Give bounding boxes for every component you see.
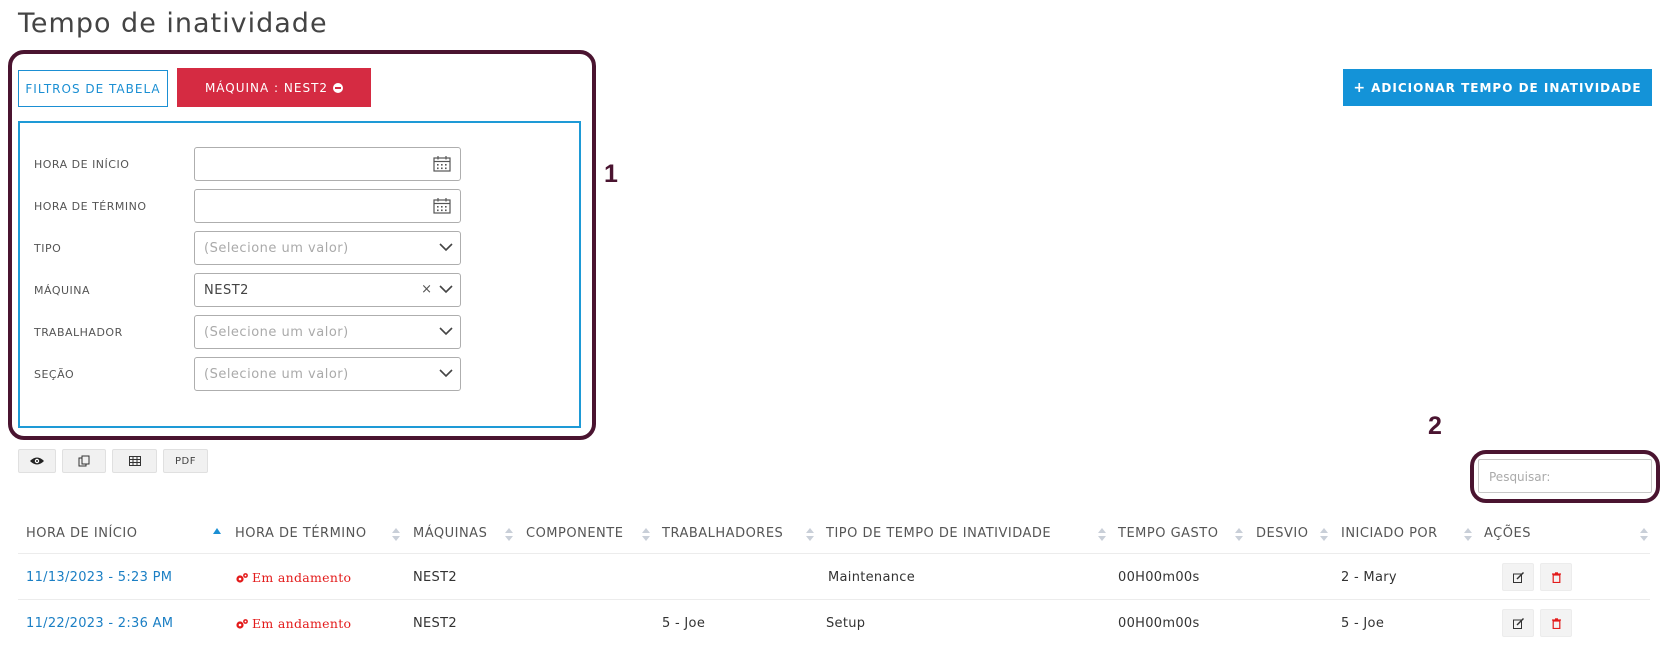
sort-icon[interactable] xyxy=(806,528,814,542)
col-header-end[interactable]: HORA DE TÉRMINO xyxy=(235,526,367,541)
row-started-by: 5 - Joe xyxy=(1341,616,1385,631)
copy-icon xyxy=(78,455,90,467)
annotation-label-2: 2 xyxy=(1428,412,1442,440)
type-select[interactable]: (Selecione um valor) xyxy=(194,231,461,265)
delete-button[interactable] xyxy=(1540,609,1572,637)
row-status: Em andamento xyxy=(235,570,351,585)
filter-row-start-time: HORA DE INÍCIO xyxy=(20,147,579,181)
calendar-icon[interactable] xyxy=(433,197,451,214)
sort-icon[interactable] xyxy=(505,528,513,542)
filter-row-section: SEÇÃO (Selecione um valor) xyxy=(20,357,579,391)
worker-select[interactable]: (Selecione um valor) xyxy=(194,315,461,349)
chevron-down-icon[interactable] xyxy=(439,285,453,294)
worker-label: TRABALHADOR xyxy=(34,326,123,339)
plus-icon: + xyxy=(1353,79,1367,96)
filter-row-machine: MÁQUINA NEST2 × xyxy=(20,273,579,307)
row-downtime-type: Setup xyxy=(826,616,866,631)
clear-icon[interactable]: × xyxy=(421,282,432,297)
machine-select[interactable]: NEST2 × xyxy=(194,273,461,307)
add-downtime-button[interactable]: + ADICIONAR TEMPO DE INATIVIDADE xyxy=(1343,69,1652,106)
trash-icon xyxy=(1551,617,1561,629)
section-label: SEÇÃO xyxy=(34,368,75,381)
sort-icon[interactable] xyxy=(642,528,650,542)
row-start-link[interactable]: 11/13/2023 - 5:23 PM xyxy=(26,570,172,585)
gears-icon xyxy=(236,618,248,629)
minus-circle-icon[interactable] xyxy=(333,82,344,93)
col-header-component[interactable]: COMPONENTE xyxy=(526,526,623,541)
chevron-down-icon[interactable] xyxy=(439,243,453,252)
row-status-text: Em andamento xyxy=(252,570,352,585)
machine-filter-chip[interactable]: MÁQUINA : NEST2 xyxy=(177,68,371,107)
col-header-deviation[interactable]: DESVIO xyxy=(1256,526,1308,541)
machine-value: NEST2 xyxy=(204,283,249,298)
type-label: TIPO xyxy=(34,242,62,255)
sort-icon[interactable] xyxy=(392,528,400,542)
table-divider xyxy=(18,599,1650,600)
col-header-start[interactable]: HORA DE INÍCIO xyxy=(26,526,137,541)
row-status: Em andamento xyxy=(235,616,351,631)
filter-row-worker: TRABALHADOR (Selecione um valor) xyxy=(20,315,579,349)
worker-placeholder: (Selecione um valor) xyxy=(204,325,349,340)
table-filters-button[interactable]: FILTROS DE TABELA xyxy=(18,70,168,107)
edit-icon xyxy=(1512,571,1524,583)
gears-icon xyxy=(236,572,248,583)
row-workers: 5 - Joe xyxy=(662,616,706,631)
page-title: Tempo de inatividade xyxy=(18,8,328,39)
row-status-text: Em andamento xyxy=(252,616,352,631)
end-time-input[interactable] xyxy=(194,189,461,223)
excel-button[interactable] xyxy=(112,449,157,473)
delete-button[interactable] xyxy=(1540,563,1572,591)
search-input[interactable]: Pesquisar: xyxy=(1478,459,1652,493)
col-header-machines[interactable]: MÁQUINAS xyxy=(413,526,487,541)
page: Tempo de inatividade 1 2 FILTROS DE TABE… xyxy=(0,0,1670,655)
calendar-icon[interactable] xyxy=(433,155,451,172)
filter-panel: HORA DE INÍCIO HORA DE TÉRMINO TIPO (Sel… xyxy=(18,121,581,428)
table-icon xyxy=(128,456,141,466)
type-placeholder: (Selecione um valor) xyxy=(204,241,349,256)
edit-button[interactable] xyxy=(1502,609,1534,637)
col-header-started-by[interactable]: INICIADO POR xyxy=(1341,526,1438,541)
row-machine: NEST2 xyxy=(413,570,457,585)
row-start-link[interactable]: 11/22/2023 - 2:36 AM xyxy=(26,616,173,631)
copy-button[interactable] xyxy=(62,449,106,473)
chevron-down-icon[interactable] xyxy=(439,369,453,378)
col-header-actions: AÇÕES xyxy=(1484,526,1531,541)
search-placeholder: Pesquisar: xyxy=(1489,470,1551,484)
edit-button[interactable] xyxy=(1502,563,1534,591)
trash-icon xyxy=(1551,571,1561,583)
sort-icon[interactable] xyxy=(1098,528,1106,542)
end-time-label: HORA DE TÉRMINO xyxy=(34,200,147,213)
filter-row-end-time: HORA DE TÉRMINO xyxy=(20,189,579,223)
row-time-spent: 00H00m00s xyxy=(1118,570,1200,585)
filter-row-type: TIPO (Selecione um valor) xyxy=(20,231,579,265)
sort-icon[interactable] xyxy=(1640,528,1648,542)
section-placeholder: (Selecione um valor) xyxy=(204,367,349,382)
section-select[interactable]: (Selecione um valor) xyxy=(194,357,461,391)
machine-filter-chip-label: MÁQUINA : NEST2 xyxy=(204,80,329,95)
start-time-input[interactable] xyxy=(194,147,461,181)
sort-icon[interactable] xyxy=(1235,528,1243,542)
col-header-workers[interactable]: TRABALHADORES xyxy=(662,526,783,541)
sort-icon[interactable] xyxy=(1320,528,1328,542)
row-started-by: 2 - Mary xyxy=(1341,570,1397,585)
annotation-label-1: 1 xyxy=(604,160,618,188)
add-downtime-label: ADICIONAR TEMPO DE INATIVIDADE xyxy=(1371,80,1642,95)
chevron-down-icon[interactable] xyxy=(439,327,453,336)
eye-icon xyxy=(30,457,44,465)
row-machine: NEST2 xyxy=(413,616,457,631)
machine-label: MÁQUINA xyxy=(34,284,91,297)
col-header-time-spent[interactable]: TEMPO GASTO xyxy=(1118,526,1218,541)
start-time-label: HORA DE INÍCIO xyxy=(34,158,130,171)
table-divider xyxy=(18,553,1650,554)
sort-icon[interactable] xyxy=(1464,528,1472,542)
column-visibility-button[interactable] xyxy=(18,449,56,473)
row-time-spent: 00H00m00s xyxy=(1118,616,1200,631)
row-downtime-type: Maintenance xyxy=(828,570,916,585)
sort-asc-icon[interactable] xyxy=(213,528,221,534)
edit-icon xyxy=(1512,617,1524,629)
pdf-button[interactable]: PDF xyxy=(163,449,208,473)
col-header-downtime-type[interactable]: TIPO DE TEMPO DE INATIVIDADE xyxy=(826,526,1051,541)
